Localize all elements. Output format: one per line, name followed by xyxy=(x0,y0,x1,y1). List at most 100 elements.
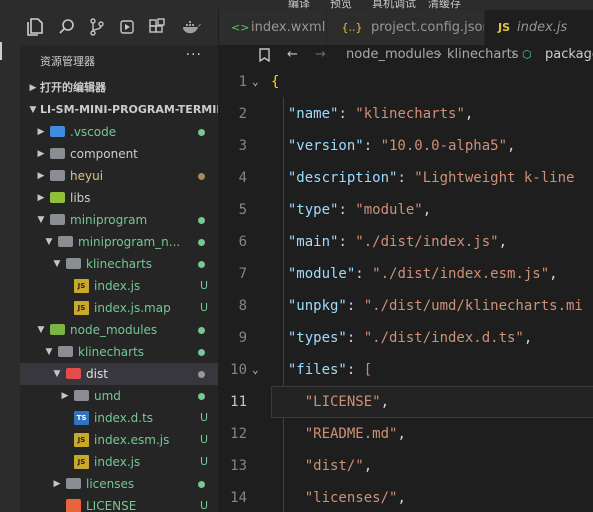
chevron-down-icon[interactable]: ▼ xyxy=(28,99,38,121)
debug-icon[interactable] xyxy=(118,18,136,36)
editor-tab-bar: <> index.wxml {..} project.config.json JS i… xyxy=(219,10,593,45)
git-status-dot xyxy=(198,481,205,488)
chevron-down-icon[interactable]: ▼ xyxy=(44,231,54,253)
chevron-right-icon[interactable]: ▶ xyxy=(52,473,62,495)
git-status-badge: U xyxy=(199,279,208,292)
code-text: "dist/", xyxy=(271,450,372,482)
chevron-right-icon[interactable]: ▶ xyxy=(28,77,38,99)
tree-item-label: index.js xyxy=(94,455,141,469)
chevron-right-icon[interactable]: ▶ xyxy=(60,385,70,407)
code-text: "type": "module", xyxy=(271,194,431,226)
tree-item-label: miniprogram xyxy=(70,213,148,227)
tree-item[interactable]: ▶ .vscode xyxy=(20,121,218,143)
tab-label: index.js xyxy=(517,20,568,35)
code-token: "README.md" xyxy=(271,426,398,442)
tree-item[interactable]: TS index.d.ts U xyxy=(20,407,218,429)
chevron-down-icon[interactable]: ▼ xyxy=(52,363,62,385)
tree-item[interactable]: ▶ umd xyxy=(20,385,218,407)
search-icon[interactable] xyxy=(58,18,76,36)
clear-cache-button[interactable]: 清缓存 xyxy=(428,0,461,10)
tree-item[interactable]: LICENSE U xyxy=(20,495,218,512)
tree-item-label: klinecharts xyxy=(78,345,145,359)
tree-item-label: index.esm.js xyxy=(94,433,170,447)
code-line: 4 "description": "Lightweight k-line xyxy=(219,162,593,194)
folder-icon xyxy=(58,236,73,247)
code-token: "dist/" xyxy=(271,458,364,474)
extensions-icon[interactable] xyxy=(148,18,166,36)
code-token: "./dist/index.esm.js" xyxy=(372,266,550,282)
code-line: 5 "type": "module", xyxy=(219,194,593,226)
tree-item[interactable]: ▼ dist xyxy=(20,363,218,385)
back-arrow-icon[interactable]: ← xyxy=(287,45,298,65)
breadcrumb-item[interactable]: klinecharts xyxy=(447,45,519,65)
forward-arrow-icon[interactable]: → xyxy=(315,45,326,65)
activity-bar xyxy=(0,10,21,512)
code-token: : xyxy=(346,330,364,346)
chevron-down-icon[interactable]: ▼ xyxy=(52,253,62,275)
code-editor[interactable]: 1 ⌄{2 "name": "klinecharts", 3 "version": … xyxy=(219,65,593,512)
line-number: 3 xyxy=(238,138,247,154)
tree-item[interactable]: JS index.js U xyxy=(20,451,218,473)
breadcrumb-item[interactable]: package xyxy=(545,45,593,65)
code-line: 13 "dist/", xyxy=(219,450,593,482)
tree-item-label: 打开的编辑器 xyxy=(40,81,106,94)
tree-item[interactable]: JS index.esm.js U xyxy=(20,429,218,451)
chevron-right-icon[interactable]: ▶ xyxy=(36,187,46,209)
code-token: { xyxy=(271,74,280,90)
code-text: { xyxy=(271,66,279,98)
tree-item[interactable]: JS index.js.map U xyxy=(20,297,218,319)
tree-item[interactable]: ▼ miniprogram_n... xyxy=(20,231,218,253)
code-token: "description" xyxy=(271,170,398,186)
tree-item[interactable]: ▶ heyui xyxy=(20,165,218,187)
source-control-icon[interactable] xyxy=(88,18,106,36)
code-token: "unpkg" xyxy=(271,298,347,314)
tree-item-label: index.js xyxy=(94,279,141,293)
tree-item[interactable]: ▼LI-SM-MINI-PROGRAM-TERMIN... xyxy=(20,99,218,121)
code-token: "licenses/" xyxy=(271,490,398,506)
code-line: 11 "LICENSE", xyxy=(219,386,593,418)
tree-item[interactable]: ▼ klinecharts xyxy=(20,253,218,275)
tab-project-config-json[interactable]: {..} project.config.json xyxy=(327,10,485,45)
chevron-right-icon[interactable]: ▶ xyxy=(36,143,46,165)
more-actions-icon[interactable]: ··· xyxy=(186,47,202,63)
files-icon[interactable] xyxy=(26,18,44,36)
line-number: 9 xyxy=(238,330,247,346)
code-token: , xyxy=(380,394,390,410)
js-file-icon: JS xyxy=(74,279,89,293)
preview-button[interactable]: 预览 xyxy=(330,0,352,10)
tree-item-label: index.d.ts xyxy=(94,411,154,425)
tab-index-wxml[interactable]: <> index.wxml xyxy=(219,10,327,45)
tree-item[interactable]: ▶ libs xyxy=(20,187,218,209)
tree-item[interactable]: JS index.js U xyxy=(20,275,218,297)
breadcrumb-item[interactable]: node_modules xyxy=(346,45,440,65)
tree-item[interactable]: ▶ licenses xyxy=(20,473,218,495)
js-file-icon: JS xyxy=(497,21,510,34)
code-token: , xyxy=(397,426,406,442)
chevron-down-icon[interactable]: ▼ xyxy=(36,319,46,341)
code-token: "./dist/index.d.ts" xyxy=(363,330,524,346)
code-text: "types": "./dist/index.d.ts", xyxy=(271,322,532,354)
tree-item[interactable]: ▼ node_modules xyxy=(20,319,218,341)
chevron-right-icon[interactable]: ▶ xyxy=(36,121,46,143)
fold-chevron-icon[interactable]: ⌄ xyxy=(252,354,259,386)
code-token: "files" xyxy=(271,362,347,378)
git-status-dot xyxy=(198,239,205,246)
tree-item[interactable]: ▼ klinecharts xyxy=(20,341,218,363)
fold-chevron-icon[interactable]: ⌄ xyxy=(252,66,259,98)
breadcrumb-separator: › xyxy=(511,47,517,62)
chevron-down-icon[interactable]: ▼ xyxy=(36,209,46,231)
chevron-down-icon[interactable]: ▼ xyxy=(44,341,54,363)
chevron-right-icon[interactable]: ▶ xyxy=(36,165,46,187)
real-device-debug-button[interactable]: 真机调试 xyxy=(372,0,416,10)
tab-index-js[interactable]: JS index.js xyxy=(485,10,593,45)
git-status-dot xyxy=(198,349,205,356)
code-token: "./dist/index.js" xyxy=(355,234,499,250)
docker-icon[interactable] xyxy=(182,18,201,36)
code-text: "README.md", xyxy=(271,418,406,450)
compile-button[interactable]: 编译 xyxy=(288,0,310,10)
tree-item[interactable]: ▶ component xyxy=(20,143,218,165)
code-token: : xyxy=(338,106,356,122)
tree-item-label: LICENSE xyxy=(86,499,137,512)
tree-item[interactable]: ▼ miniprogram xyxy=(20,209,218,231)
tree-item[interactable]: ▶ 打开的编辑器 xyxy=(20,77,218,99)
